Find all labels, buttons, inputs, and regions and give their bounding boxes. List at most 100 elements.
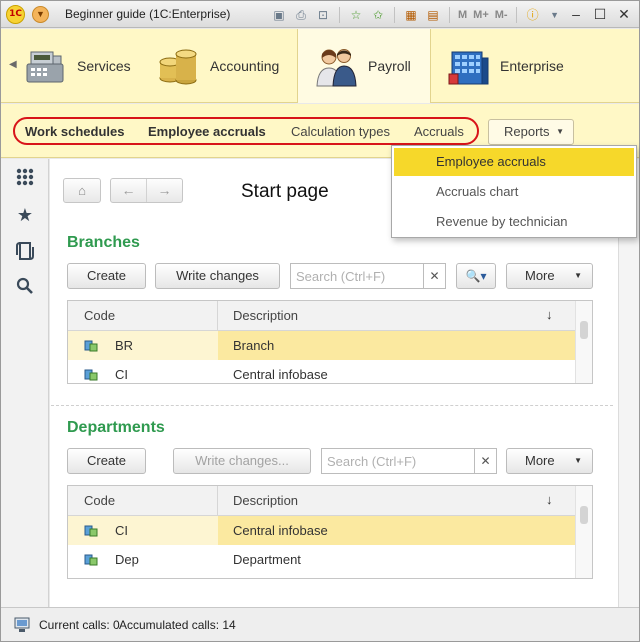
toolbar-separator bbox=[394, 7, 395, 23]
column-code[interactable]: Code bbox=[84, 308, 115, 323]
departments-search-field[interactable] bbox=[321, 448, 475, 474]
print-icon[interactable]: ⎙ bbox=[291, 5, 311, 25]
toolbar-separator bbox=[449, 7, 450, 23]
branches-search-field[interactable] bbox=[290, 263, 424, 289]
chevron-down-icon: ▼ bbox=[556, 127, 564, 136]
chevron-down-icon: ▼ bbox=[574, 271, 582, 280]
cell-code: Dep bbox=[115, 552, 139, 567]
catalog-item-icon bbox=[84, 525, 98, 537]
phone-calls-icon[interactable] bbox=[13, 616, 33, 634]
search-options-button[interactable]: 🔍▾ bbox=[456, 263, 496, 289]
table-scrollbar[interactable] bbox=[575, 486, 592, 578]
branches-search-input[interactable] bbox=[291, 264, 423, 288]
branches-table: Code Description ↓ BR Branch CI Central … bbox=[67, 300, 593, 384]
func-accruals[interactable]: Accruals bbox=[414, 124, 464, 139]
favorites-star-icon[interactable]: ★ bbox=[14, 204, 36, 226]
people-icon bbox=[316, 49, 357, 87]
section-label: Payroll bbox=[368, 58, 411, 74]
column-separator bbox=[217, 301, 218, 331]
clear-search-icon[interactable]: ✕ bbox=[424, 263, 446, 289]
section-accounting[interactable]: Accounting bbox=[156, 29, 296, 103]
building-icon bbox=[448, 51, 489, 85]
add-favorite-icon[interactable]: ☆ bbox=[346, 5, 366, 25]
memory-minus-button[interactable]: M- bbox=[493, 5, 510, 25]
cash-register-icon bbox=[26, 51, 64, 83]
column-code[interactable]: Code bbox=[84, 493, 115, 508]
coins-icon bbox=[159, 49, 197, 85]
close-icon[interactable]: ✕ bbox=[613, 4, 635, 24]
report-revenue-by-technician[interactable]: Revenue by technician bbox=[394, 208, 634, 236]
cell-description: Central infobase bbox=[233, 367, 328, 382]
cell-code: CI bbox=[115, 523, 128, 538]
history-nav: ← → bbox=[110, 178, 183, 203]
search-icon[interactable] bbox=[14, 277, 36, 299]
main-menu-icon[interactable]: ▼ bbox=[32, 6, 49, 23]
navigation-sidebar: ★ bbox=[1, 159, 49, 607]
grid-menu-icon[interactable] bbox=[14, 167, 36, 189]
home-button[interactable]: ⌂ bbox=[63, 178, 101, 203]
departments-search-input[interactable] bbox=[322, 449, 474, 473]
clear-search-icon[interactable]: ✕ bbox=[475, 448, 497, 474]
window-controls: – ☐ ✕ bbox=[565, 4, 635, 24]
back-arrow-icon[interactable]: ← bbox=[111, 179, 147, 202]
section-label: Enterprise bbox=[500, 58, 564, 74]
accumulated-calls: Accumulated calls: 14 bbox=[119, 618, 236, 632]
info-icon[interactable]: ⓘ bbox=[523, 5, 543, 25]
favorites-icon[interactable]: ✩ bbox=[368, 5, 388, 25]
column-separator bbox=[217, 486, 218, 516]
save-icon[interactable]: ▣ bbox=[269, 5, 289, 25]
departments-write-changes-button: Write changes... bbox=[173, 448, 311, 474]
maximize-icon[interactable]: ☐ bbox=[589, 4, 611, 24]
history-icon[interactable] bbox=[14, 241, 36, 263]
table-row[interactable]: CI Central infobase bbox=[68, 360, 592, 383]
current-calls: Current calls: 0 bbox=[39, 618, 120, 632]
catalog-item-icon bbox=[84, 369, 98, 381]
report-accruals-chart[interactable]: Accruals chart bbox=[394, 178, 634, 206]
reports-button[interactable]: Reports ▼ bbox=[488, 119, 574, 145]
group-divider bbox=[51, 405, 613, 406]
report-employee-accruals[interactable]: Employee accruals bbox=[394, 148, 634, 176]
func-work-schedules[interactable]: Work schedules bbox=[25, 124, 124, 139]
departments-create-button[interactable]: Create bbox=[67, 448, 146, 474]
scroll-thumb[interactable] bbox=[580, 321, 588, 339]
calendar-icon[interactable]: ▤ bbox=[423, 5, 443, 25]
column-description[interactable]: Description bbox=[233, 493, 298, 508]
table-row[interactable]: Dep Department bbox=[68, 545, 592, 574]
cell-code: BR bbox=[115, 338, 134, 353]
chevron-down-icon[interactable]: ▼ bbox=[545, 5, 565, 25]
minimize-icon[interactable]: – bbox=[565, 4, 587, 24]
scroll-thumb[interactable] bbox=[580, 506, 588, 524]
departments-title: Departments bbox=[67, 419, 165, 436]
cell-code: CI bbox=[115, 367, 128, 382]
title-toolbar: ▣ ⎙ ⊡ ☆ ✩ ▦ ▤ M M+ M- ⓘ ▼ bbox=[269, 5, 565, 25]
forward-arrow-icon[interactable]: → bbox=[147, 179, 182, 202]
branches-more-button[interactable]: More ▼ bbox=[506, 263, 593, 289]
status-bar: Current calls: 0 Accumulated calls: 14 bbox=[1, 607, 639, 641]
departments-table: Code Description ↓ CI Central infobase D… bbox=[67, 485, 593, 579]
scroll-left-icon[interactable]: ◀ bbox=[9, 59, 17, 70]
branches-write-changes-button[interactable]: Write changes bbox=[155, 263, 280, 289]
branches-title: Branches bbox=[67, 234, 140, 251]
app-logo-icon[interactable]: 1C bbox=[6, 5, 25, 24]
preview-icon[interactable]: ⊡ bbox=[313, 5, 333, 25]
section-enterprise[interactable]: Enterprise bbox=[446, 29, 586, 103]
table-header: Code Description ↓ bbox=[68, 486, 592, 516]
func-employee-accruals[interactable]: Employee accruals bbox=[148, 124, 266, 139]
memory-plus-button[interactable]: M+ bbox=[471, 5, 491, 25]
reports-dropdown: Employee accruals Accruals chart Revenue… bbox=[391, 145, 637, 238]
title-bar: 1C ▼ Beginner guide (1C:Enterprise) ▣ ⎙ … bbox=[1, 1, 639, 28]
cell-description: Branch bbox=[233, 338, 275, 353]
column-description[interactable]: Description bbox=[233, 308, 298, 323]
table-row[interactable]: BR Branch bbox=[68, 331, 592, 360]
calculator-icon[interactable]: ▦ bbox=[401, 5, 421, 25]
branches-create-button[interactable]: Create bbox=[67, 263, 146, 289]
section-payroll[interactable]: Payroll bbox=[297, 29, 431, 103]
more-label: More bbox=[525, 453, 555, 468]
window-title: Beginner guide (1C:Enterprise) bbox=[65, 7, 231, 21]
departments-more-button[interactable]: More ▼ bbox=[506, 448, 593, 474]
section-services[interactable]: Services bbox=[23, 29, 153, 103]
memory-m-button[interactable]: M bbox=[456, 5, 469, 25]
table-scrollbar[interactable] bbox=[575, 301, 592, 383]
table-row[interactable]: CI Central infobase bbox=[68, 516, 592, 545]
func-calculation-types[interactable]: Calculation types bbox=[291, 124, 390, 139]
